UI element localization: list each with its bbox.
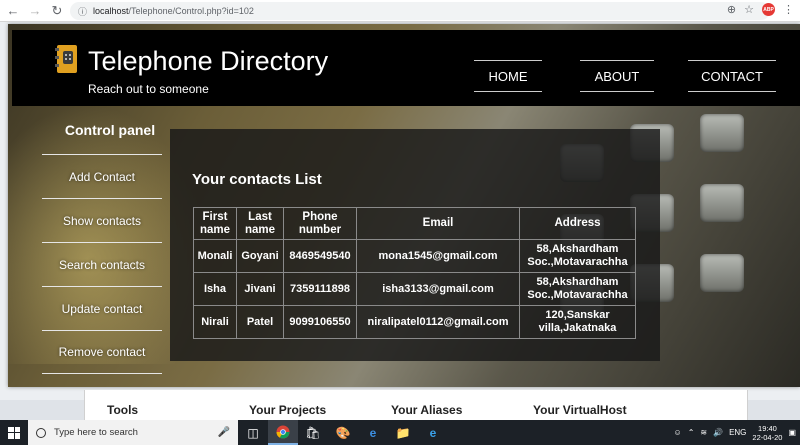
cell-email: niralipatel0112@gmail.com	[356, 305, 520, 339]
network-icon[interactable]: ≋	[700, 428, 707, 437]
heading-tools: Tools	[107, 403, 139, 417]
cell-email: mona1545@gmail.com	[356, 239, 520, 273]
back-arrow-icon[interactable]: ←	[4, 2, 22, 20]
file-explorer-icon[interactable]: 📁	[388, 420, 418, 445]
forward-arrow-icon[interactable]: →	[26, 2, 44, 20]
table-row: Monali Goyani 8469549540 mona1545@gmail.…	[193, 239, 636, 273]
sidebar-item-show-contacts[interactable]: Show contacts	[42, 198, 162, 242]
control-panel-title: Control panel	[64, 122, 156, 138]
site-header: Telephone Directory Reach out to someone…	[12, 30, 800, 106]
heading-your-aliases: Your Aliases	[391, 403, 463, 417]
cell-phone: 8469549540	[283, 239, 357, 273]
cell-email: isha3133@gmail.com	[356, 272, 520, 306]
nav-home[interactable]: HOME	[474, 60, 542, 92]
nav-about[interactable]: ABOUT	[580, 60, 654, 92]
cell-first-name: Isha	[193, 272, 237, 306]
task-view-icon[interactable]: ◫	[238, 420, 268, 445]
table-header-row: First name Last name Phone number Email …	[193, 207, 636, 240]
search-icon	[36, 427, 46, 438]
phonebook-logo-icon	[55, 45, 77, 73]
notifications-icon[interactable]: ▣	[788, 428, 796, 437]
chrome-taskbar-icon[interactable]	[268, 420, 298, 445]
star-icon[interactable]: ☆	[744, 3, 754, 16]
cell-first-name: Nirali	[193, 305, 237, 339]
column-header-first-name: First name	[193, 207, 237, 240]
column-header-last-name: Last name	[236, 207, 284, 240]
microphone-icon[interactable]: 🎤	[218, 427, 230, 438]
control-panel-menu: Add Contact Show contacts Search contact…	[42, 154, 162, 374]
sidebar-item-update-contact[interactable]: Update contact	[42, 286, 162, 330]
cell-address: 120,Sanskar villa,Jakatnaka	[519, 305, 636, 339]
store-icon[interactable]: 🛍	[298, 420, 328, 445]
people-icon[interactable]: ☺	[674, 428, 682, 437]
column-header-phone: Phone number	[283, 207, 357, 240]
sidebar-item-remove-contact[interactable]: Remove contact	[42, 330, 162, 374]
cell-first-name: Monali	[193, 239, 237, 273]
language-indicator[interactable]: ENG	[729, 428, 746, 437]
contacts-table: First name Last name Phone number Email …	[193, 207, 636, 339]
dashboard-section: Tools Your Projects Your Aliases Your Vi…	[84, 390, 748, 420]
heading-your-projects: Your Projects	[249, 403, 327, 417]
search-placeholder: Type here to search	[54, 427, 138, 438]
zoom-icon[interactable]: ⊕	[727, 3, 736, 16]
clock-time: 19:40	[758, 423, 777, 433]
address-bar[interactable]: ⓘ localhost/Telephone/Control.php?id=102	[70, 2, 770, 20]
site-tagline: Reach out to someone	[88, 82, 209, 96]
reload-icon[interactable]: ↻	[48, 2, 66, 20]
contacts-heading: Your contacts List	[192, 171, 322, 188]
cell-last-name: Patel	[236, 305, 284, 339]
clock-date: 22-04-20	[752, 432, 783, 442]
cell-address: 58,Akshardham Soc.,Motavarachha	[519, 239, 636, 273]
internet-explorer-icon[interactable]: e	[418, 420, 448, 445]
taskbar-search-input[interactable]: Type here to search 🎤	[28, 420, 238, 445]
clock[interactable]: 19:40 22-04-20	[752, 424, 782, 442]
volume-icon[interactable]: 🔊	[713, 428, 723, 437]
windows-taskbar: Type here to search 🎤 ◫ 🛍 🎨 e 📁 e ☺ ⌃ ≋ …	[0, 420, 800, 445]
column-header-email: Email	[356, 207, 520, 240]
cell-phone: 7359111898	[283, 272, 357, 306]
sidebar-item-search-contacts[interactable]: Search contacts	[42, 242, 162, 286]
adblock-extension-icon[interactable]: ABP	[762, 3, 775, 16]
cell-address: 58,Akshardham Soc.,Motavarachha	[519, 272, 636, 306]
start-button[interactable]	[0, 420, 28, 445]
cell-phone: 9099106550	[283, 305, 357, 339]
cell-last-name: Goyani	[236, 239, 284, 273]
chevron-up-icon[interactable]: ⌃	[688, 428, 695, 437]
site-title: Telephone Directory	[88, 46, 329, 76]
contacts-panel: Your contacts List First name Last name …	[170, 129, 660, 361]
paint-icon[interactable]: 🎨	[328, 420, 358, 445]
info-icon[interactable]: ⓘ	[78, 5, 87, 18]
sidebar-item-add-contact[interactable]: Add Contact	[42, 154, 162, 198]
windows-logo-icon	[8, 426, 20, 439]
browser-toolbar: ← → ↻ ⓘ localhost/Telephone/Control.php?…	[0, 0, 800, 22]
heading-your-virtualhost: Your VirtualHost	[533, 403, 627, 417]
url-host: localhost	[93, 6, 129, 16]
edge-icon[interactable]: e	[358, 420, 388, 445]
column-header-address: Address	[519, 207, 636, 240]
system-tray: ☺ ⌃ ≋ 🔊 ENG 19:40 22-04-20 ▣	[674, 420, 800, 445]
cell-last-name: Jivani	[236, 272, 284, 306]
nav-contact[interactable]: CONTACT	[688, 60, 776, 92]
url-path: /Telephone/Control.php?id=102	[128, 6, 254, 16]
menu-kebab-icon[interactable]: ⋮	[783, 3, 794, 16]
table-row: Nirali Patel 9099106550 niralipatel0112@…	[193, 305, 636, 339]
table-row: Isha Jivani 7359111898 isha3133@gmail.co…	[193, 272, 636, 306]
page-background: Telephone Directory Reach out to someone…	[8, 24, 800, 387]
page-viewport: Telephone Directory Reach out to someone…	[0, 22, 800, 400]
